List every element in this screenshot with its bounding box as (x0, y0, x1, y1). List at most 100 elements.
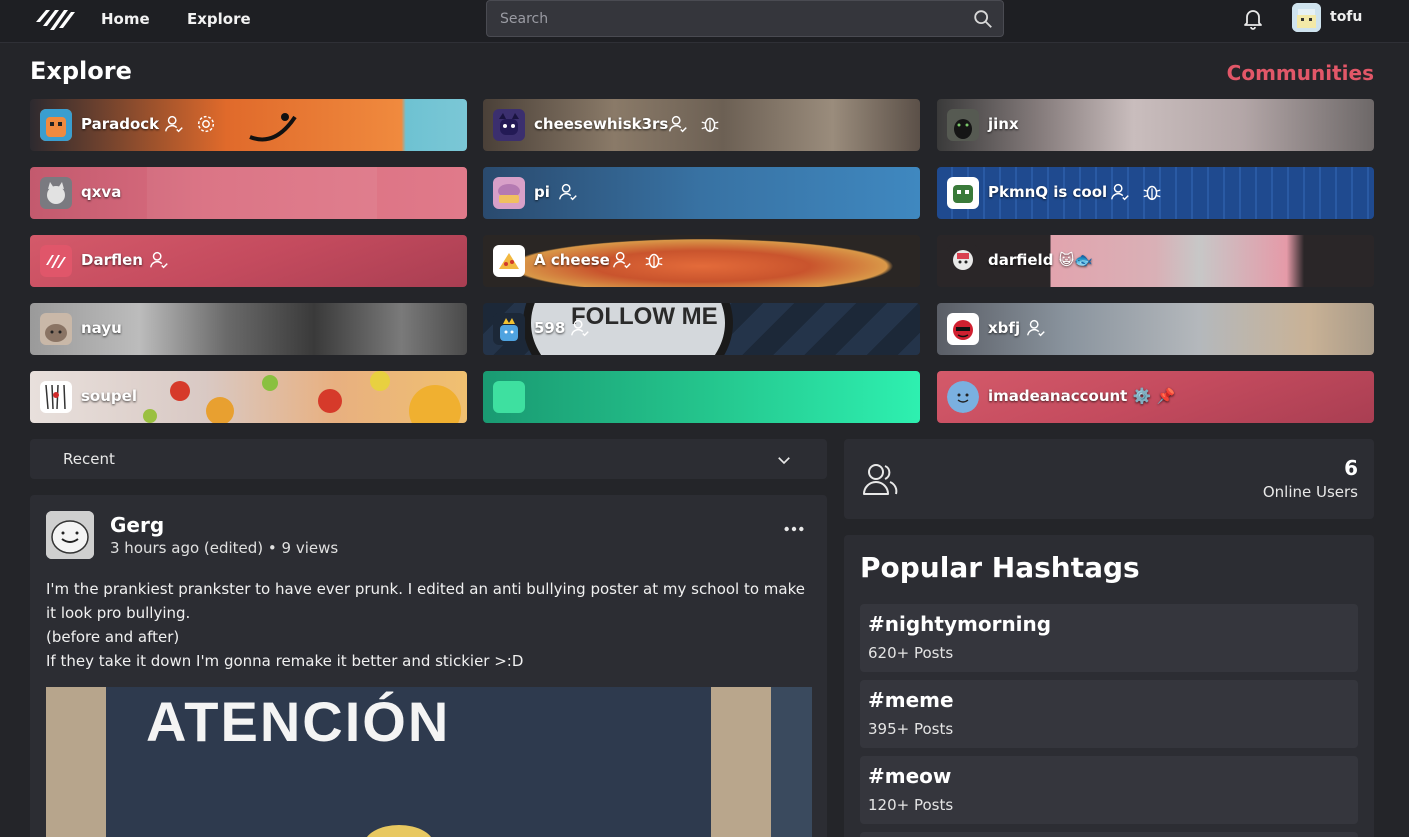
community-card[interactable]: xbfj (937, 303, 1374, 355)
search-input[interactable] (487, 1, 957, 36)
page-title: Explore (30, 57, 132, 85)
community-card[interactable]: cheesewhisk3rs (483, 99, 920, 151)
community-name: jinx (988, 115, 1019, 133)
nav-home-link[interactable]: Home (101, 10, 150, 28)
hashtag-item[interactable]: #meme 395+ Posts (860, 680, 1358, 748)
community-card[interactable]: FOLLOW ME 598 (483, 303, 920, 355)
image-edge (771, 687, 812, 837)
community-avatar (40, 381, 72, 413)
community-card[interactable]: jinx (937, 99, 1374, 151)
community-avatar (40, 177, 72, 209)
image-cardboard-right (711, 687, 771, 837)
community-name: Darflen (81, 251, 143, 269)
chevron-down-icon (778, 457, 790, 465)
bug-icon[interactable] (699, 113, 721, 135)
community-avatar (947, 177, 979, 209)
hashtags-title: Popular Hashtags (860, 551, 1140, 584)
community-card[interactable] (483, 371, 920, 423)
online-users-panel: 6 Online Users (844, 439, 1374, 519)
community-name: imadeanaccount ⚙️ 📌 (988, 387, 1176, 405)
post-text-line: I'm the prankiest prankster to have ever… (46, 580, 805, 622)
community-avatar (40, 313, 72, 345)
nav-explore-link[interactable]: Explore (187, 10, 251, 28)
popular-hashtags-panel: Popular Hashtags #nightymorning 620+ Pos… (844, 535, 1374, 837)
community-avatar (947, 313, 979, 345)
community-avatar (493, 245, 525, 277)
community-avatar (40, 245, 72, 277)
follow-icon[interactable] (148, 249, 170, 271)
community-name: A cheese (534, 251, 610, 269)
community-avatar (493, 381, 525, 413)
follow-icon[interactable] (163, 113, 185, 135)
post-image[interactable]: ATENCIÓN (46, 687, 812, 837)
search-bar (486, 0, 1004, 37)
bug-icon[interactable] (1141, 181, 1163, 203)
community-avatar (493, 177, 525, 209)
post-text-line: (before and after) (46, 628, 180, 646)
follow-icon[interactable] (1025, 317, 1047, 339)
hashtag-item[interactable] (860, 832, 1358, 837)
follow-icon[interactable] (1109, 181, 1131, 203)
bg-follow-me-text: FOLLOW ME (571, 303, 718, 330)
darflen-logo-icon[interactable] (34, 4, 76, 32)
community-card[interactable]: soupel (30, 371, 467, 423)
bug-icon[interactable] (643, 249, 665, 271)
community-name: qxva (81, 183, 122, 201)
poster-text: ATENCIÓN (146, 690, 451, 753)
hashtag-item[interactable]: #nightymorning 620+ Posts (860, 604, 1358, 672)
follow-icon[interactable] (557, 181, 579, 203)
community-card[interactable]: Paradock (30, 99, 467, 151)
notifications-bell-icon[interactable] (1241, 6, 1265, 30)
community-avatar (493, 109, 525, 141)
image-cardboard-left (46, 687, 106, 837)
communities-link[interactable]: Communities (1227, 61, 1374, 85)
users-icon (863, 464, 898, 495)
hashtag-count: 620+ Posts (868, 644, 954, 662)
community-card[interactable]: Darflen (30, 235, 467, 287)
top-navbar: Home Explore tofu (0, 0, 1409, 43)
community-name: xbfj (988, 319, 1021, 337)
community-card[interactable]: PkmnQ is cool (937, 167, 1374, 219)
card-icons (163, 113, 217, 135)
community-card[interactable]: qxva (30, 167, 467, 219)
community-avatar (947, 245, 979, 277)
card-icons (667, 113, 721, 135)
card-icons (611, 249, 665, 271)
user-avatar[interactable] (1292, 3, 1321, 32)
card-icons (569, 317, 591, 339)
community-card[interactable]: darfield 😺🐟 (937, 235, 1374, 287)
post-card: Gerg 3 hours ago (edited) • 9 views I'm … (30, 495, 827, 837)
community-grid: Paradock cheesewhisk3rs jinx qxva pi Pkm… (30, 99, 1374, 423)
hashtag-count: 120+ Posts (868, 796, 954, 814)
community-card[interactable]: imadeanaccount ⚙️ 📌 (937, 371, 1374, 423)
community-name: pi (534, 183, 550, 201)
feed-sort-dropdown[interactable]: Recent (30, 439, 827, 479)
community-name: 598 (534, 319, 566, 337)
online-label: Online Users (1262, 483, 1358, 501)
community-name: nayu (81, 319, 122, 337)
community-name: soupel (81, 387, 137, 405)
post-author-avatar[interactable] (46, 511, 94, 559)
post-body: I'm the prankiest prankster to have ever… (46, 577, 816, 673)
follow-icon[interactable] (667, 113, 689, 135)
community-card[interactable]: pi (483, 167, 920, 219)
follow-icon[interactable] (611, 249, 633, 271)
search-icon[interactable] (972, 8, 994, 30)
community-avatar (947, 381, 979, 413)
community-card[interactable]: A cheese (483, 235, 920, 287)
settings-icon[interactable] (195, 113, 217, 135)
more-options-icon[interactable] (783, 519, 805, 539)
card-icons (148, 249, 170, 271)
hashtag-count: 395+ Posts (868, 720, 954, 738)
post-text-line: If they take it down I'm gonna remake it… (46, 652, 524, 670)
online-count: 6 (1344, 456, 1358, 480)
card-icons (1025, 317, 1047, 339)
bg-screenshot (147, 167, 377, 219)
hashtag-item[interactable]: #meow 120+ Posts (860, 756, 1358, 824)
card-icons (1109, 181, 1163, 203)
community-name: darfield 😺🐟 (988, 251, 1093, 269)
nav-username[interactable]: tofu (1330, 9, 1362, 25)
community-card[interactable]: nayu (30, 303, 467, 355)
post-author-name[interactable]: Gerg (110, 513, 164, 537)
follow-icon[interactable] (569, 317, 591, 339)
